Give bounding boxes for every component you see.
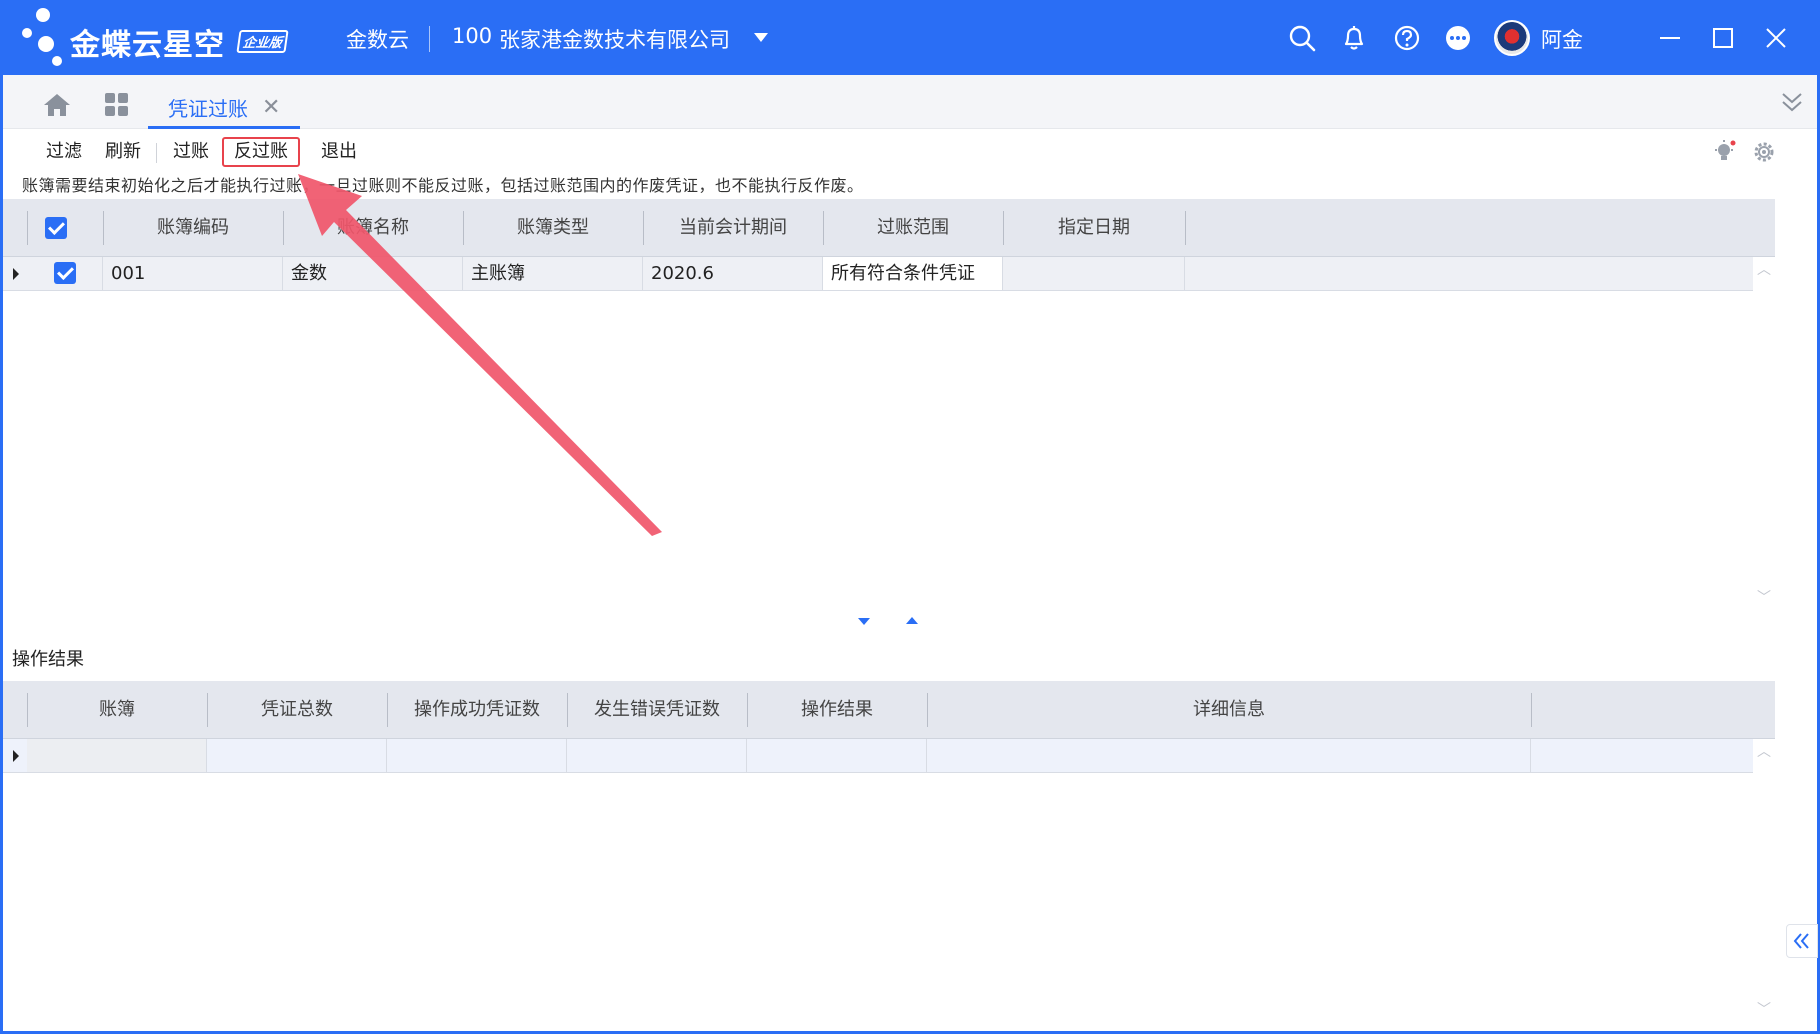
result-grid-header: 账簿 凭证总数 操作成功凭证数 发生错误凭证数 操作结果 详细信息 xyxy=(3,681,1775,739)
brand-name: 金蝶云星空 xyxy=(70,28,225,63)
cell-posting-scope[interactable]: 所有符合条件凭证 xyxy=(823,257,1003,290)
double-chevron-left-icon xyxy=(1793,933,1809,949)
posting-notice: 账簿需要结束初始化之后才能执行过账，一旦过账则不能反过账，包括过账范围内的作废凭… xyxy=(22,176,864,195)
col-success-count[interactable]: 操作成功凭证数 xyxy=(387,681,567,739)
user-name[interactable]: 阿金 xyxy=(1541,24,1583,54)
table-row[interactable] xyxy=(3,739,1753,773)
col-posting-scope[interactable]: 过账范围 xyxy=(823,199,1003,257)
row-indicator xyxy=(13,750,19,762)
title-divider xyxy=(429,26,430,52)
result-grid: 账簿 凭证总数 操作成功凭证数 发生错误凭证数 操作结果 详细信息 ︿ ﹀ xyxy=(3,681,1775,1026)
app-logo: 金蝶云星空 企业版 xyxy=(22,6,302,68)
ledger-grid: 账簿编码 账簿名称 账簿类型 当前会计期间 过账范围 指定日期 001 金数 主… xyxy=(3,199,1775,609)
tab-label: 凭证过账 xyxy=(168,97,248,121)
close-window-icon[interactable] xyxy=(1760,22,1792,54)
cell-ledger-name[interactable]: 金数 xyxy=(283,257,463,290)
cell-operation-result[interactable] xyxy=(747,739,927,772)
refresh-button[interactable]: 刷新 xyxy=(95,137,151,167)
splitter-up-icon[interactable] xyxy=(906,617,918,624)
filter-button[interactable]: 过滤 xyxy=(36,137,92,167)
row-indicator xyxy=(13,268,19,280)
unpost-button[interactable]: 反过账 xyxy=(222,137,300,167)
col-ledger-name[interactable]: 账簿名称 xyxy=(283,199,463,257)
col-operation-result[interactable]: 操作结果 xyxy=(747,681,927,739)
side-panel-expand-button[interactable] xyxy=(1786,924,1818,958)
org-dropdown-icon[interactable] xyxy=(754,33,768,42)
result-section-title: 操作结果 xyxy=(12,649,84,670)
minimize-icon[interactable] xyxy=(1654,22,1686,54)
col-ledger[interactable]: 账簿 xyxy=(27,681,207,739)
cell-voucher-total[interactable] xyxy=(207,739,387,772)
cell-details[interactable] xyxy=(927,739,1531,772)
org-code[interactable]: 100 xyxy=(452,24,492,48)
product-name[interactable]: 金数云 xyxy=(346,24,409,54)
cell-success-count[interactable] xyxy=(387,739,567,772)
lightbulb-icon[interactable] xyxy=(1712,139,1738,165)
bell-icon[interactable] xyxy=(1340,24,1368,52)
edition-badge: 企业版 xyxy=(236,30,289,53)
scroll-up-icon[interactable]: ︿ xyxy=(1757,259,1771,279)
toolbar: 过滤 刷新 过账 反过账 退出 xyxy=(3,129,1817,171)
post-button[interactable]: 过账 xyxy=(163,137,219,167)
table-row[interactable]: 001 金数 主账簿 2020.6 所有符合条件凭证 xyxy=(3,257,1753,291)
cell-specified-date[interactable] xyxy=(1003,257,1185,290)
col-specified-date[interactable]: 指定日期 xyxy=(1003,199,1185,257)
row-checkbox[interactable] xyxy=(54,262,76,284)
scroll-up-icon[interactable]: ︿ xyxy=(1757,741,1771,761)
col-error-count[interactable]: 发生错误凭证数 xyxy=(567,681,747,739)
user-avatar[interactable] xyxy=(1494,20,1530,56)
splitter-down-icon[interactable] xyxy=(858,618,870,625)
cell-ledger-type[interactable]: 主账簿 xyxy=(463,257,643,290)
help-icon[interactable] xyxy=(1393,24,1421,52)
scroll-down-icon[interactable]: ﹀ xyxy=(1757,587,1771,607)
apps-grid-icon[interactable] xyxy=(103,92,131,118)
tab-voucher-posting[interactable]: 凭证过账 ✕ xyxy=(148,89,301,129)
cell-current-period[interactable]: 2020.6 xyxy=(643,257,823,290)
cell-ledger[interactable] xyxy=(27,739,207,772)
search-icon[interactable] xyxy=(1288,24,1316,52)
col-current-period[interactable]: 当前会计期间 xyxy=(643,199,823,257)
more-icon[interactable] xyxy=(1444,24,1472,52)
ledger-grid-header: 账簿编码 账簿名称 账簿类型 当前会计期间 过账范围 指定日期 xyxy=(3,199,1775,257)
maximize-icon[interactable] xyxy=(1707,22,1739,54)
double-chevron-down-icon[interactable] xyxy=(1779,89,1805,115)
col-ledger-type[interactable]: 账簿类型 xyxy=(463,199,643,257)
org-name[interactable]: 张家港金数技术有限公司 xyxy=(499,24,730,54)
cell-ledger-code[interactable]: 001 xyxy=(103,257,283,290)
tab-bar: 凭证过账 ✕ xyxy=(3,75,1817,129)
col-details[interactable]: 详细信息 xyxy=(927,681,1531,739)
toolbar-divider xyxy=(156,143,157,163)
scroll-down-icon[interactable]: ﹀ xyxy=(1757,999,1771,1019)
exit-button[interactable]: 退出 xyxy=(311,137,367,167)
home-icon[interactable] xyxy=(43,92,71,118)
gear-icon[interactable] xyxy=(1751,139,1777,165)
col-ledger-code[interactable]: 账簿编码 xyxy=(103,199,283,257)
select-all-checkbox[interactable] xyxy=(45,217,67,239)
cell-error-count[interactable] xyxy=(567,739,747,772)
col-voucher-total[interactable]: 凭证总数 xyxy=(207,681,387,739)
title-bar: 金蝶云星空 企业版 金数云 100 张家港金数技术有限公司 阿金 xyxy=(0,0,1820,75)
tab-close-icon[interactable]: ✕ xyxy=(262,95,280,120)
